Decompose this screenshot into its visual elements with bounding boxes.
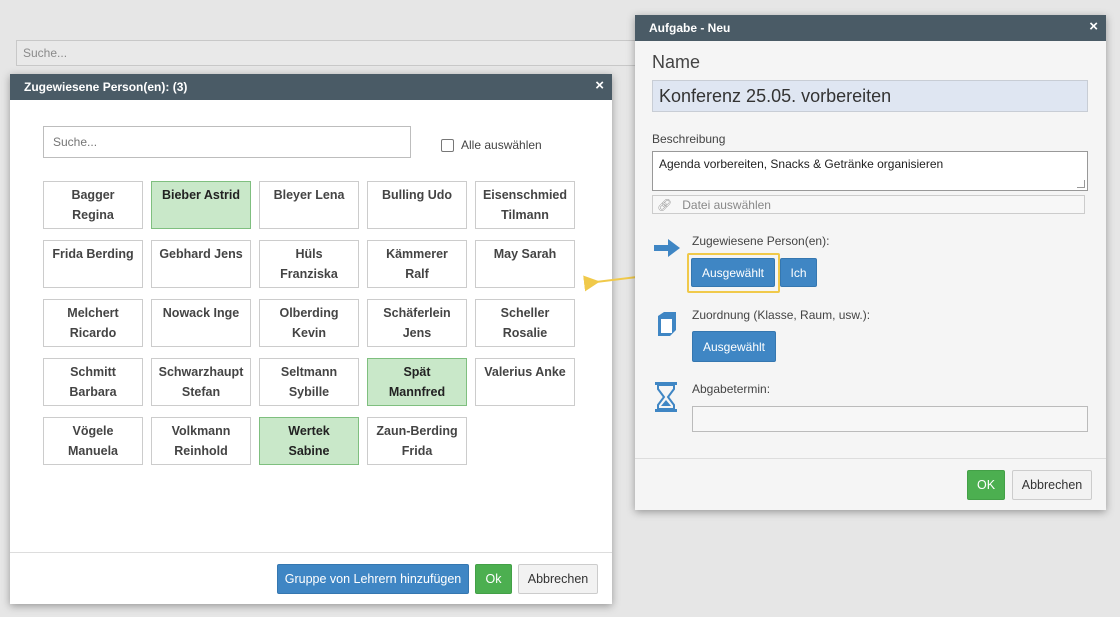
person-name: Eisenschmied Tilmann <box>482 188 568 222</box>
person-tile[interactable]: Frida Berding <box>43 240 143 288</box>
person-tile[interactable]: Schmitt Barbara <box>43 358 143 406</box>
assigned-persons-dialog: Zugewiesene Person(en): (3) × Alle auswä… <box>10 74 612 604</box>
person-name: Spät Mannfred <box>388 365 446 399</box>
person-tile[interactable]: Seltmann Sybille <box>259 358 359 406</box>
assigned-selected-button[interactable]: Ausgewählt <box>691 258 775 287</box>
deadline-label: Abgabetermin: <box>692 382 771 396</box>
person-name: Bleyer Lena <box>273 188 345 202</box>
person-dialog-header: Zugewiesene Person(en): (3) × <box>10 74 612 100</box>
name-label: Name <box>652 52 701 72</box>
file-chooser-label: Datei auswählen <box>682 197 771 212</box>
person-tile[interactable]: May Sarah <box>475 240 575 288</box>
person-tile[interactable]: Schäferlein Jens <box>367 299 467 347</box>
person-name: Wertek Sabine <box>288 424 330 458</box>
person-name: Olberding Kevin <box>279 306 339 340</box>
person-tile[interactable]: Olberding Kevin <box>259 299 359 347</box>
person-tile[interactable]: Kämmerer Ralf <box>367 240 467 288</box>
assignment-label: Zuordnung (Klasse, Raum, usw.): <box>692 308 871 322</box>
assigned-persons-label: Zugewiesene Person(en): <box>692 234 830 248</box>
person-search-input[interactable] <box>43 126 411 158</box>
person-name: Hüls Franziska <box>280 247 338 281</box>
task-cancel-button[interactable]: Abbrechen <box>1012 470 1092 500</box>
person-tile[interactable]: Nowack Inge <box>151 299 251 347</box>
task-dialog-header: Aufgabe - Neu × <box>635 15 1106 41</box>
description-label: Beschreibung <box>652 132 726 146</box>
resize-handle[interactable] <box>1077 180 1085 188</box>
person-name: Nowack Inge <box>162 306 240 320</box>
person-name: Schäferlein Jens <box>383 306 451 340</box>
person-tile[interactable]: Bieber Astrid <box>151 181 251 229</box>
person-tile[interactable]: Gebhard Jens <box>151 240 251 288</box>
person-dialog-footer: Gruppe von Lehrern hinzufügen Ok Abbrech… <box>10 552 612 604</box>
person-tile[interactable]: Wertek Sabine <box>259 417 359 465</box>
person-tile[interactable]: Volkmann Reinhold <box>151 417 251 465</box>
person-name: Zaun-Berding Frida <box>376 424 458 458</box>
person-tile[interactable]: Bagger Regina <box>43 181 143 229</box>
person-tile[interactable]: Bleyer Lena <box>259 181 359 229</box>
close-icon[interactable]: × <box>1089 18 1098 36</box>
close-icon[interactable]: × <box>595 77 604 95</box>
file-chooser[interactable]: 🔗︎ Datei auswählen <box>652 195 1085 214</box>
person-tile[interactable]: Vögele Manuela <box>43 417 143 465</box>
select-all-checkbox[interactable] <box>441 138 454 152</box>
person-tile[interactable]: Eisenschmied Tilmann <box>475 181 575 229</box>
person-name: Scheller Rosalie <box>500 306 550 340</box>
person-tile[interactable]: Melchert Ricardo <box>43 299 143 347</box>
task-dialog-title: Aufgabe - Neu <box>649 21 731 35</box>
arrow-right-icon <box>654 239 680 257</box>
person-tile[interactable]: Valerius Anke <box>475 358 575 406</box>
person-tile[interactable]: Zaun-Berding Frida <box>367 417 467 465</box>
person-name: Gebhard Jens <box>159 247 243 261</box>
description-textarea[interactable]: Agenda vorbereiten, Snacks & Getränke or… <box>652 151 1088 191</box>
person-grid: Bagger Regina Bieber Astrid Bleyer Lena Bul… <box>43 181 575 465</box>
select-all-toggle[interactable]: Alle auswählen <box>441 138 542 152</box>
person-name: Bulling Udo <box>381 188 453 202</box>
person-name: Schmitt Barbara <box>69 365 117 399</box>
paperclip-icon: 🔗︎ <box>657 197 673 212</box>
person-name: Vögele Manuela <box>67 424 118 458</box>
task-dialog-footer: OK Abbrechen <box>635 458 1106 510</box>
cube-icon <box>658 312 676 336</box>
hourglass-icon <box>655 382 677 412</box>
task-dialog: Aufgabe - Neu × Name Konferenz 25.05. vo… <box>635 15 1106 510</box>
person-tile[interactable]: Hüls Franziska <box>259 240 359 288</box>
person-name: Bagger Regina <box>71 188 115 222</box>
person-name: Schwarzhaupt Stefan <box>158 365 244 399</box>
person-name: Seltmann Sybille <box>280 365 338 399</box>
person-tile[interactable]: Schwarzhaupt Stefan <box>151 358 251 406</box>
description-text: Agenda vorbereiten, Snacks & Getränke or… <box>659 157 944 171</box>
cancel-button[interactable]: Abbrechen <box>518 564 598 594</box>
person-name: May Sarah <box>493 247 557 261</box>
person-name: Kämmerer Ralf <box>386 247 448 281</box>
task-ok-button[interactable]: OK <box>967 470 1005 500</box>
person-name: Valerius Anke <box>484 365 566 379</box>
assignment-selected-button[interactable]: Ausgewählt <box>692 331 776 362</box>
person-name: Volkmann Reinhold <box>171 424 231 458</box>
person-name: Melchert Ricardo <box>67 306 119 340</box>
add-teacher-group-button[interactable]: Gruppe von Lehrern hinzufügen <box>277 564 469 594</box>
person-tile[interactable]: Scheller Rosalie <box>475 299 575 347</box>
deadline-input[interactable] <box>692 406 1088 432</box>
ok-button[interactable]: Ok <box>475 564 512 594</box>
person-tile[interactable]: Spät Mannfred <box>367 358 467 406</box>
person-name: Frida Berding <box>52 247 134 261</box>
task-name-input[interactable]: Konferenz 25.05. vorbereiten <box>652 80 1088 112</box>
person-dialog-title: Zugewiesene Person(en): (3) <box>24 80 188 94</box>
assign-me-button[interactable]: Ich <box>780 258 817 287</box>
person-tile[interactable]: Bulling Udo <box>367 181 467 229</box>
background-search-input[interactable]: Suche... <box>16 40 646 66</box>
person-name: Bieber Astrid <box>161 188 241 202</box>
select-all-label: Alle auswählen <box>461 138 542 152</box>
